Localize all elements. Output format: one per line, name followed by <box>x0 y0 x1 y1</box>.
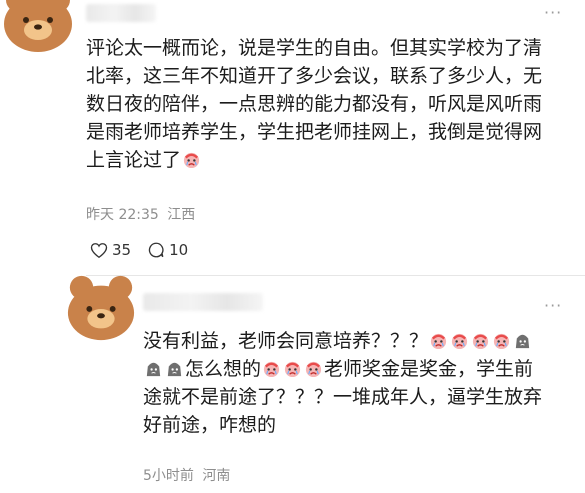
reply-line: 途就不是前途了？？？一堆成年人，逼学生放弃 <box>143 386 543 408</box>
username-blurred[interactable] <box>86 4 156 22</box>
reply-line: 好前途，咋想的 <box>143 414 277 436</box>
gray-sad-face-emoji-icon <box>144 359 163 378</box>
crying-face-emoji-icon <box>450 331 469 350</box>
reply-count: 10 <box>169 241 189 259</box>
comment-meta: 昨天 22:35 江西 <box>86 204 195 224</box>
crying-face-emoji-icon <box>429 331 448 350</box>
reply-time: 5小时前 <box>143 468 194 484</box>
comment-line: 是雨老师培养学生，学生把老师挂网上，我倒是觉得网 <box>86 121 543 143</box>
like-count: 35 <box>112 241 132 259</box>
crying-face-emoji-icon <box>262 359 281 378</box>
crying-face-emoji-icon <box>304 359 323 378</box>
comment-line: 数日夜的陪伴，一点思辨的能力都没有，听风是风听雨 <box>86 93 543 115</box>
comment-line: 北率，这三年不知道开了多少会议，联系了多少人，无 <box>86 65 543 87</box>
ellipsis-icon[interactable]: ··· <box>544 5 562 21</box>
gray-sad-face-emoji-icon <box>165 359 184 378</box>
reply-meta: 5小时前 河南 <box>143 465 230 485</box>
reply-line-text: 老师奖金是奖金，学生前 <box>324 358 534 380</box>
reply-location: 河南 <box>202 468 231 484</box>
comment-actions: 35 10 <box>90 241 188 259</box>
comment-line: 评论太一概而论，说是学生的自由。但其实学校为了清 <box>86 37 543 59</box>
bear-avatar-2[interactable] <box>62 272 140 344</box>
crying-face-emoji-icon <box>492 331 511 350</box>
heart-icon <box>90 242 108 258</box>
gray-sad-face-emoji-icon <box>513 331 532 350</box>
reply-line-text: 怎么想的 <box>185 358 262 380</box>
crying-face-emoji-icon <box>471 331 490 350</box>
bear-avatar-1[interactable] <box>0 0 78 58</box>
comment-line-text: 上言论过了 <box>86 149 182 171</box>
like-button[interactable]: 35 <box>90 241 131 259</box>
comment-1: ··· 评论太一概而论，说是学生的自由。但其实学校为了清 北率，这三年不知道开了… <box>0 0 585 270</box>
comment-line: 上言论过了 <box>86 146 581 174</box>
comment-bubble-icon <box>148 242 164 258</box>
username-blurred[interactable] <box>143 293 263 311</box>
comment-2: ··· 没有利益，老师会同意培养？？？ 怎么想的 老师奖金是奖金，学生前 途就不是… <box>0 275 585 493</box>
comment-location: 江西 <box>167 207 196 223</box>
reply-line-text: 没有利益，老师会同意培养？？？ <box>143 330 429 352</box>
reply-line: 怎么想的 老师奖金是奖金，学生前 <box>143 355 583 383</box>
comment-time: 昨天 22:35 <box>86 207 159 223</box>
reply-button[interactable]: 10 <box>147 241 188 259</box>
reply-line: 没有利益，老师会同意培养？？？ <box>143 327 583 355</box>
reply-text: 没有利益，老师会同意培养？？？ 怎么想的 老师奖金是奖金，学生前 途就不是前途了？… <box>143 327 583 439</box>
ellipsis-icon[interactable]: ··· <box>544 298 562 314</box>
comment-text: 评论太一概而论，说是学生的自由。但其实学校为了清 北率，这三年不知道开了多少会议… <box>86 34 581 174</box>
crying-face-emoji-icon <box>182 150 201 169</box>
crying-face-emoji-icon <box>283 359 302 378</box>
